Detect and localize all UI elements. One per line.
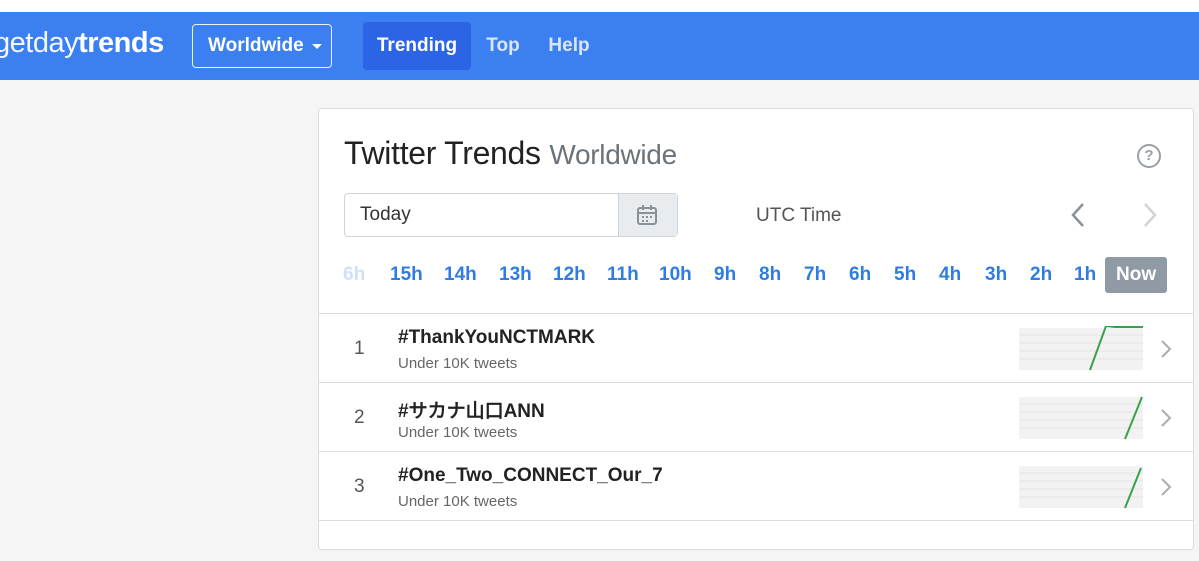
top-strip [0,0,1199,12]
hour-tab[interactable]: 10h [659,257,692,293]
page-title-main: Twitter Trends [344,135,541,171]
hour-tab[interactable]: 11h [607,257,639,293]
nav-help[interactable]: Help [544,22,594,70]
logo-text-part2: trends [78,27,164,59]
hour-tab[interactable]: 14h [444,257,477,293]
hour-tab[interactable]: 6h [343,257,365,293]
page-title-location: Worldwide [549,139,677,170]
logo-text-part1: getday [0,27,79,59]
hour-tab[interactable]: 9h [714,257,736,293]
trend-tweet-count: Under 10K tweets [398,493,518,510]
hour-tab[interactable]: 3h [985,257,1007,293]
hour-tab[interactable]: 7h [804,257,826,293]
hour-tab[interactable]: 12h [553,257,586,293]
chevron-right-icon[interactable] [1137,201,1161,229]
trend-name[interactable]: #One_Two_CONNECT_Our_7 [398,465,663,487]
trend-sparkline [1019,466,1143,509]
timezone-label: UTC Time [756,205,842,226]
hour-tab[interactable]: 4h [939,257,961,293]
trend-row[interactable]: 3 #One_Two_CONNECT_Our_7 Under 10K tweet… [319,451,1193,521]
site-logo[interactable]: getdaytrends [0,27,164,60]
trend-rank: 2 [354,407,365,428]
location-dropdown-label: Worldwide [208,35,304,56]
trend-row[interactable]: 2 #サカナ山口ANN Under 10K tweets [319,382,1193,452]
caret-down-icon [311,43,322,49]
nav-trending[interactable]: Trending [363,22,471,70]
calendar-button[interactable] [618,194,677,236]
page-title: Twitter Trends Worldwide [344,135,677,172]
hour-tab[interactable]: 8h [759,257,781,293]
trend-tweet-count: Under 10K tweets [398,424,518,441]
chevron-right-icon[interactable] [1159,407,1173,429]
hour-tab[interactable]: 2h [1030,257,1052,293]
trend-name[interactable]: #ThankYouNCTMARK [398,327,595,349]
calendar-icon [637,205,657,225]
hour-tab[interactable]: 6h [849,257,871,293]
trend-tweet-count: Under 10K tweets [398,355,518,372]
date-picker: Today [344,193,678,237]
trend-row[interactable] [319,520,1193,561]
trend-sparkline [1019,326,1143,371]
location-dropdown[interactable]: Worldwide [192,24,332,68]
hour-tab[interactable]: 1h [1074,257,1096,293]
chevron-left-icon[interactable] [1067,201,1091,229]
hour-tab[interactable]: 13h [499,257,532,293]
trends-card: Twitter Trends Worldwide ? Today UTC Tim… [318,108,1194,550]
nav-top[interactable]: Top [480,22,526,70]
navbar: getdaytrends Worldwide Trending Top Help [0,12,1199,80]
hour-selector: 6h 15h 14h 13h 12h 11h 10h 9h 8h 7h 6h 5… [343,257,1193,293]
trend-row[interactable]: 1 #ThankYouNCTMARK Under 10K tweets [319,313,1193,383]
chevron-right-icon[interactable] [1159,476,1173,498]
hour-tab-now[interactable]: Now [1105,257,1168,293]
hour-tab[interactable]: 15h [390,257,423,293]
trend-rank: 3 [354,476,365,497]
trend-sparkline [1019,396,1143,440]
trend-rank: 1 [354,338,365,359]
trend-name[interactable]: #サカナ山口ANN [398,396,545,423]
hour-tab[interactable]: 5h [894,257,916,293]
chevron-right-icon[interactable] [1159,338,1173,360]
help-icon[interactable]: ? [1137,144,1161,168]
